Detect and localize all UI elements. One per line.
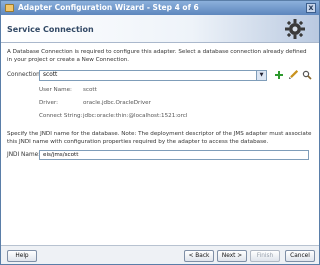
window-icon xyxy=(5,4,14,12)
jndi-note: Specify the JNDI name for the database. … xyxy=(7,131,312,145)
help-button[interactable]: Help xyxy=(7,250,37,262)
detail-name: Driver: xyxy=(39,100,58,106)
jndi-name-field[interactable]: eis/jms/scott xyxy=(39,150,309,160)
cancel-button[interactable]: Cancel xyxy=(285,250,315,262)
back-button[interactable]: < Back xyxy=(184,250,214,262)
chevron-down-icon[interactable]: ▼ xyxy=(256,71,266,80)
detail-name: Connect String: xyxy=(39,113,83,119)
jndi-label: JNDI Name: xyxy=(7,152,41,158)
add-icon[interactable] xyxy=(274,70,284,80)
detail-value: jdbc:oracle:thin:@localhost:1521:orcl xyxy=(83,113,188,119)
gear-icon xyxy=(285,19,305,39)
wizard-footer: Help < Back Next > Finish Cancel xyxy=(1,245,319,264)
next-button[interactable]: Next > xyxy=(217,250,247,262)
connection-select[interactable]: scott ▼ xyxy=(39,70,267,81)
connection-value: scott xyxy=(43,72,58,78)
wizard-window: Adapter Configuration Wizard - Step 4 of… xyxy=(0,0,320,265)
close-button[interactable]: x xyxy=(306,3,316,13)
search-icon[interactable] xyxy=(302,70,312,80)
connection-label: Connection: xyxy=(7,72,42,78)
window-title: Adapter Configuration Wizard - Step 4 of… xyxy=(18,3,199,12)
edit-icon[interactable] xyxy=(288,70,298,80)
detail-name: User Name: xyxy=(39,87,72,93)
wizard-header: Service Connection xyxy=(1,15,319,43)
finish-button[interactable]: Finish xyxy=(250,250,280,262)
detail-value: scott xyxy=(83,87,97,93)
intro-text: A Database Connection is required to con… xyxy=(7,49,307,63)
wizard-content: A Database Connection is required to con… xyxy=(1,43,319,245)
page-title: Service Connection xyxy=(7,25,94,34)
detail-value: oracle.jdbc.OracleDriver xyxy=(83,100,151,106)
title-bar[interactable]: Adapter Configuration Wizard - Step 4 of… xyxy=(1,1,319,15)
